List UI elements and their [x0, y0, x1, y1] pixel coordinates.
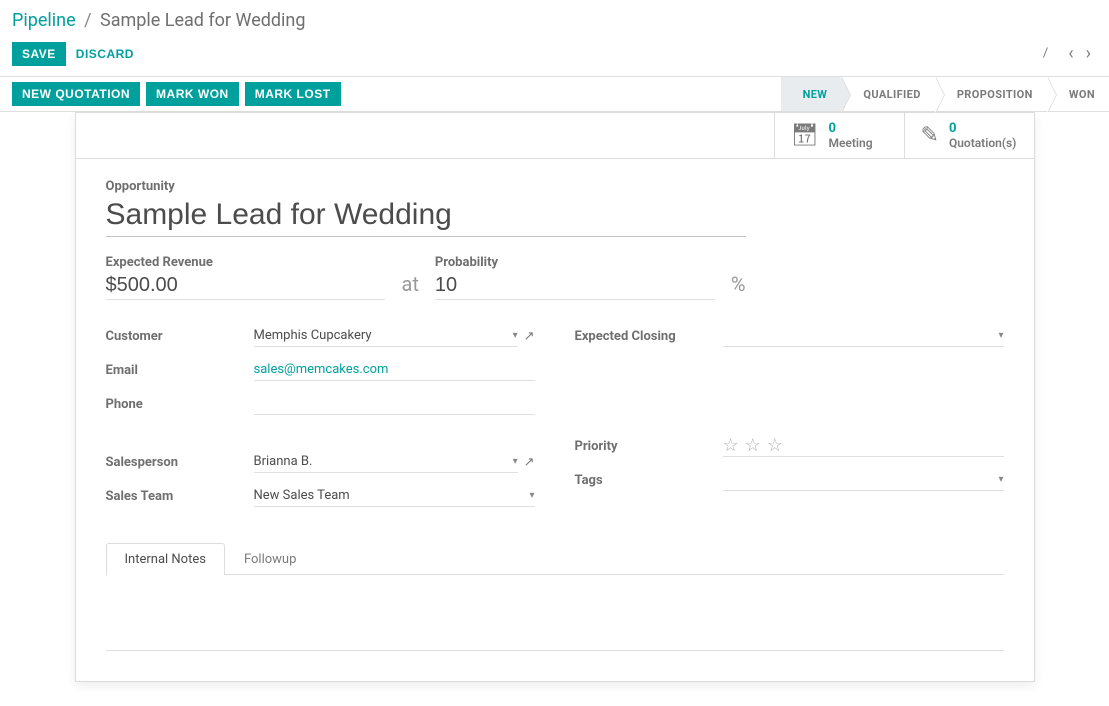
stat-meeting-label: Meeting: [828, 136, 872, 150]
percent-text: %: [731, 272, 746, 300]
salesperson-field[interactable]: Brianna B. ▾: [254, 451, 518, 473]
tags-label: Tags: [575, 473, 723, 488]
star-2-icon[interactable]: ☆: [745, 435, 761, 456]
salesteam-value: New Sales Team: [254, 488, 350, 503]
email-value: sales@memcakes.com: [254, 362, 389, 377]
chevron-down-icon[interactable]: ▾: [998, 474, 1003, 485]
expected-closing-label: Expected Closing: [575, 329, 723, 344]
save-button[interactable]: SAVE: [12, 42, 66, 66]
stage-proposition[interactable]: PROPOSITION: [935, 77, 1047, 111]
status-bar: NEW QUOTATION MARK WON MARK LOST NEW QUA…: [0, 76, 1109, 112]
stat-quotations-label: Quotation(s): [949, 136, 1016, 150]
external-link-icon[interactable]: ↗: [524, 455, 535, 470]
priority-field: ☆ ☆ ☆: [723, 435, 1004, 457]
customer-field[interactable]: Memphis Cupcakery ▾: [254, 325, 518, 347]
salesteam-label: Sales Team: [106, 489, 254, 504]
chevron-down-icon[interactable]: ▾: [513, 456, 518, 467]
customer-value: Memphis Cupcakery: [254, 328, 372, 343]
opportunity-input[interactable]: [106, 198, 746, 237]
star-3-icon[interactable]: ☆: [767, 435, 783, 456]
stage-qualified[interactable]: QUALIFIED: [841, 77, 934, 111]
new-quotation-button[interactable]: NEW QUOTATION: [12, 82, 140, 106]
customer-label: Customer: [106, 329, 254, 344]
calendar-icon: 📅︎: [791, 125, 819, 147]
stat-meeting-button[interactable]: 📅︎ 0 Meeting: [774, 113, 904, 158]
stat-meeting-count: 0: [828, 121, 872, 136]
form-sheet: 📅︎ 0 Meeting ✎ 0 Quotation(s) Opportunit…: [75, 112, 1035, 682]
pager-prev-icon[interactable]: ‹: [1062, 41, 1079, 66]
expected-revenue-label: Expected Revenue: [106, 255, 386, 270]
control-bar: SAVE DISCARD / ‹ ›: [0, 37, 1109, 76]
pager-separator: /: [1039, 46, 1052, 61]
stat-quotations-count: 0: [949, 121, 1016, 136]
discard-button[interactable]: DISCARD: [66, 42, 144, 66]
salesteam-field[interactable]: New Sales Team ▾: [254, 485, 535, 507]
mark-won-button[interactable]: MARK WON: [146, 82, 239, 106]
chevron-down-icon[interactable]: ▾: [513, 330, 518, 341]
phone-label: Phone: [106, 397, 254, 412]
breadcrumb: Pipeline / Sample Lead for Wedding: [0, 0, 1109, 37]
chevron-down-icon[interactable]: ▾: [998, 330, 1003, 341]
pager-next-icon[interactable]: ›: [1080, 41, 1097, 66]
breadcrumb-separator: /: [84, 10, 91, 31]
chevron-down-icon[interactable]: ▾: [529, 490, 534, 501]
stage-new[interactable]: NEW: [781, 77, 842, 111]
breadcrumb-root-link[interactable]: Pipeline: [12, 10, 76, 31]
external-link-icon[interactable]: ↗: [524, 329, 535, 344]
mark-lost-button[interactable]: MARK LOST: [245, 82, 341, 106]
probability-input[interactable]: [435, 274, 715, 300]
email-field[interactable]: sales@memcakes.com: [254, 359, 535, 381]
opportunity-label: Opportunity: [106, 179, 1004, 194]
stat-quotations-button[interactable]: ✎ 0 Quotation(s): [904, 113, 1034, 158]
tags-field[interactable]: ▾: [723, 469, 1004, 491]
email-label: Email: [106, 363, 254, 378]
salesperson-value: Brianna B.: [254, 454, 313, 469]
tab-followup[interactable]: Followup: [225, 543, 315, 575]
salesperson-label: Salesperson: [106, 455, 254, 470]
expected-closing-field[interactable]: ▾: [723, 325, 1004, 347]
star-1-icon[interactable]: ☆: [723, 435, 739, 456]
tabs: Internal Notes Followup: [106, 542, 1004, 575]
at-text: at: [401, 272, 418, 300]
tab-internal-notes[interactable]: Internal Notes: [106, 543, 225, 575]
expected-revenue-input[interactable]: [106, 274, 386, 300]
breadcrumb-current: Sample Lead for Wedding: [100, 10, 305, 31]
pencil-note-icon: ✎: [921, 125, 939, 147]
internal-notes-textarea[interactable]: [106, 591, 1004, 651]
priority-label: Priority: [575, 439, 723, 454]
phone-field[interactable]: [254, 393, 535, 415]
probability-label: Probability: [435, 255, 715, 270]
